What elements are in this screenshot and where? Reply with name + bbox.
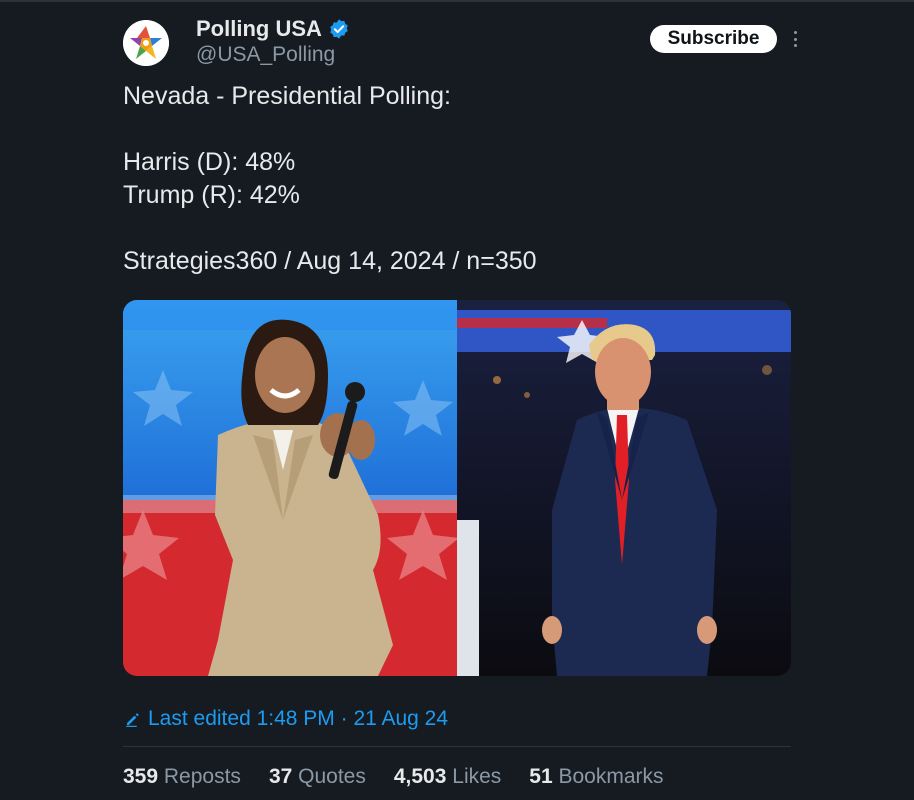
stat-count: 4,503 (393, 765, 447, 788)
stat-label: Quotes (298, 765, 366, 788)
post-line: Trump (R): 42% (123, 181, 300, 209)
photo-harris[interactable] (123, 300, 457, 676)
engagement-stats: 359 Reposts 37 Quotes 4,503 Likes 51 Boo… (123, 765, 692, 789)
post: Polling USA @USA_Polling Subscribe Nevad… (0, 0, 914, 800)
more-vertical-icon[interactable] (789, 31, 801, 47)
last-edited-link[interactable]: Last edited 1:48 PM · 21 Aug 24 (124, 707, 448, 731)
post-line: Nevada - Presidential Polling: (123, 82, 451, 110)
more-dot (793, 44, 797, 47)
author-handle[interactable]: @USA_Polling (196, 43, 335, 67)
stat-count: 359 (123, 765, 159, 788)
media-grid[interactable] (123, 300, 791, 676)
subscribe-button[interactable]: Subscribe (650, 25, 777, 53)
stat-label: Reposts (163, 765, 241, 788)
more-dot (793, 31, 797, 34)
pencil-icon (126, 713, 139, 727)
post-line (123, 212, 803, 245)
stat-bookmarks[interactable]: 51 Bookmarks (529, 765, 663, 789)
star-logo-icon (123, 20, 169, 66)
stat-count: 51 (529, 765, 553, 788)
post-line: Strategies360 / Aug 14, 2024 / n=350 (123, 247, 537, 275)
avatar[interactable] (123, 20, 169, 66)
stat-label: Likes (452, 765, 502, 788)
stat-likes[interactable]: 4,503 Likes (394, 765, 501, 789)
post-text: Nevada - Presidential Polling: Harris (D… (123, 80, 803, 278)
author-name[interactable]: Polling USA (196, 16, 350, 42)
verified-badge-icon (330, 19, 348, 39)
photo-trump[interactable] (457, 300, 791, 676)
stats-divider (123, 746, 791, 747)
last-edited-text: Last edited 1:48 PM · 21 Aug 24 (148, 707, 449, 730)
post-line: Harris (D): 48% (123, 148, 296, 176)
stat-label: Bookmarks (558, 765, 664, 788)
author-name-text: Polling USA (196, 16, 322, 41)
post-line (123, 113, 803, 146)
more-dot (793, 37, 797, 41)
stat-reposts[interactable]: 359 Reposts (123, 765, 241, 789)
stat-quotes[interactable]: 37 Quotes (269, 765, 366, 789)
stat-count: 37 (268, 765, 293, 788)
